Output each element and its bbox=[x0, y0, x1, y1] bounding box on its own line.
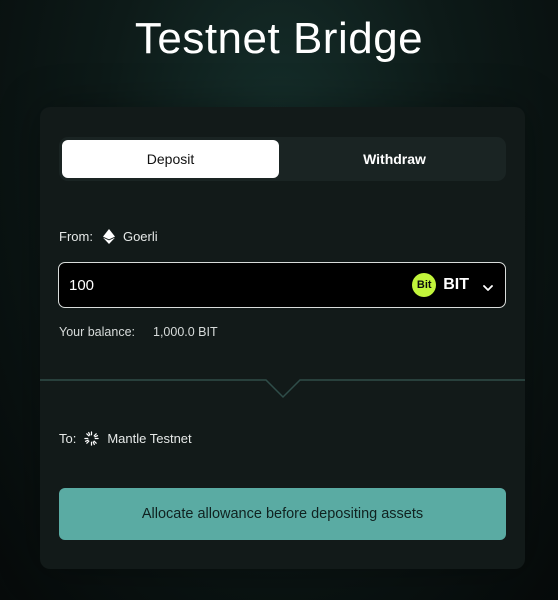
bit-token-icon: Bit bbox=[412, 273, 437, 297]
section-divider bbox=[40, 379, 525, 399]
to-network-name: Mantle Testnet bbox=[107, 431, 192, 446]
chevron-down-icon bbox=[483, 280, 493, 291]
to-network-row: To: Mantle Testnet bbox=[59, 431, 192, 446]
from-network-row: From: Goerli bbox=[59, 229, 158, 244]
to-label: To: bbox=[59, 431, 77, 446]
from-network-name: Goerli bbox=[122, 229, 158, 244]
page-title: Testnet Bridge bbox=[134, 14, 424, 63]
tab-withdraw[interactable]: Withdraw bbox=[286, 140, 503, 178]
tab-deposit[interactable]: Deposit bbox=[62, 140, 279, 178]
from-label: From: bbox=[59, 229, 93, 244]
balance-row: Your balance: 1,000.0 BIT bbox=[59, 325, 218, 339]
token-symbol: BIT bbox=[443, 276, 469, 293]
allocate-allowance-button[interactable]: Allocate allowance before depositing ass… bbox=[59, 488, 506, 540]
ethereum-icon bbox=[102, 229, 115, 244]
amount-field: Bit BIT bbox=[58, 262, 506, 308]
token-select[interactable]: Bit BIT bbox=[412, 263, 493, 307]
mantle-icon bbox=[84, 431, 100, 446]
amount-input[interactable] bbox=[69, 263, 369, 307]
balance-label: Your balance: bbox=[59, 325, 135, 339]
bridge-card: Deposit Withdraw From: Goerli Bit BIT Yo… bbox=[40, 107, 525, 569]
balance-value: 1,000.0 BIT bbox=[153, 325, 218, 339]
mode-tabs: Deposit Withdraw bbox=[59, 137, 506, 181]
